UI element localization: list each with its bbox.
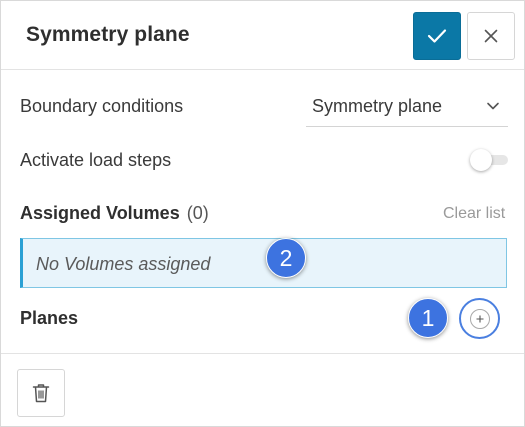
assigned-volumes-label: Assigned Volumes [20,203,180,223]
annotation-badge-2: 2 [266,238,306,278]
assigned-volumes-box[interactable]: No Volumes assigned [20,238,507,288]
boundary-conditions-label: Boundary conditions [20,96,184,116]
add-plane-button[interactable] [459,298,500,339]
delete-button[interactable] [17,369,65,417]
plus-glyph [476,315,483,322]
boundary-conditions-select[interactable]: Symmetry plane [306,87,508,127]
boundary-conditions-value: Symmetry plane [312,96,443,116]
planes-title: Planes [20,308,79,328]
close-icon [484,29,498,43]
annotation-badge-1: 1 [408,298,448,338]
assigned-volumes-title: Assigned Volumes (0) [20,203,209,224]
toggle-knob [470,149,492,171]
load-steps-label: Activate load steps [20,150,172,170]
assigned-volumes-empty-text: No Volumes assigned [36,254,211,274]
chevron-down-icon [487,102,499,110]
assigned-volumes-count: (0) [186,203,209,223]
plus-icon [469,308,490,329]
close-button[interactable] [467,12,515,60]
panel-header: Symmetry plane [1,1,524,70]
trash-icon [32,384,50,403]
panel-title: Symmetry plane [26,23,190,46]
confirm-button[interactable] [413,12,461,60]
symmetry-plane-panel: Symmetry plane Boundary conditions Symme… [0,0,525,427]
load-steps-toggle[interactable] [470,149,508,171]
panel-footer [1,353,524,426]
check-icon [427,29,447,43]
clear-list-link[interactable]: Clear list [443,205,505,223]
